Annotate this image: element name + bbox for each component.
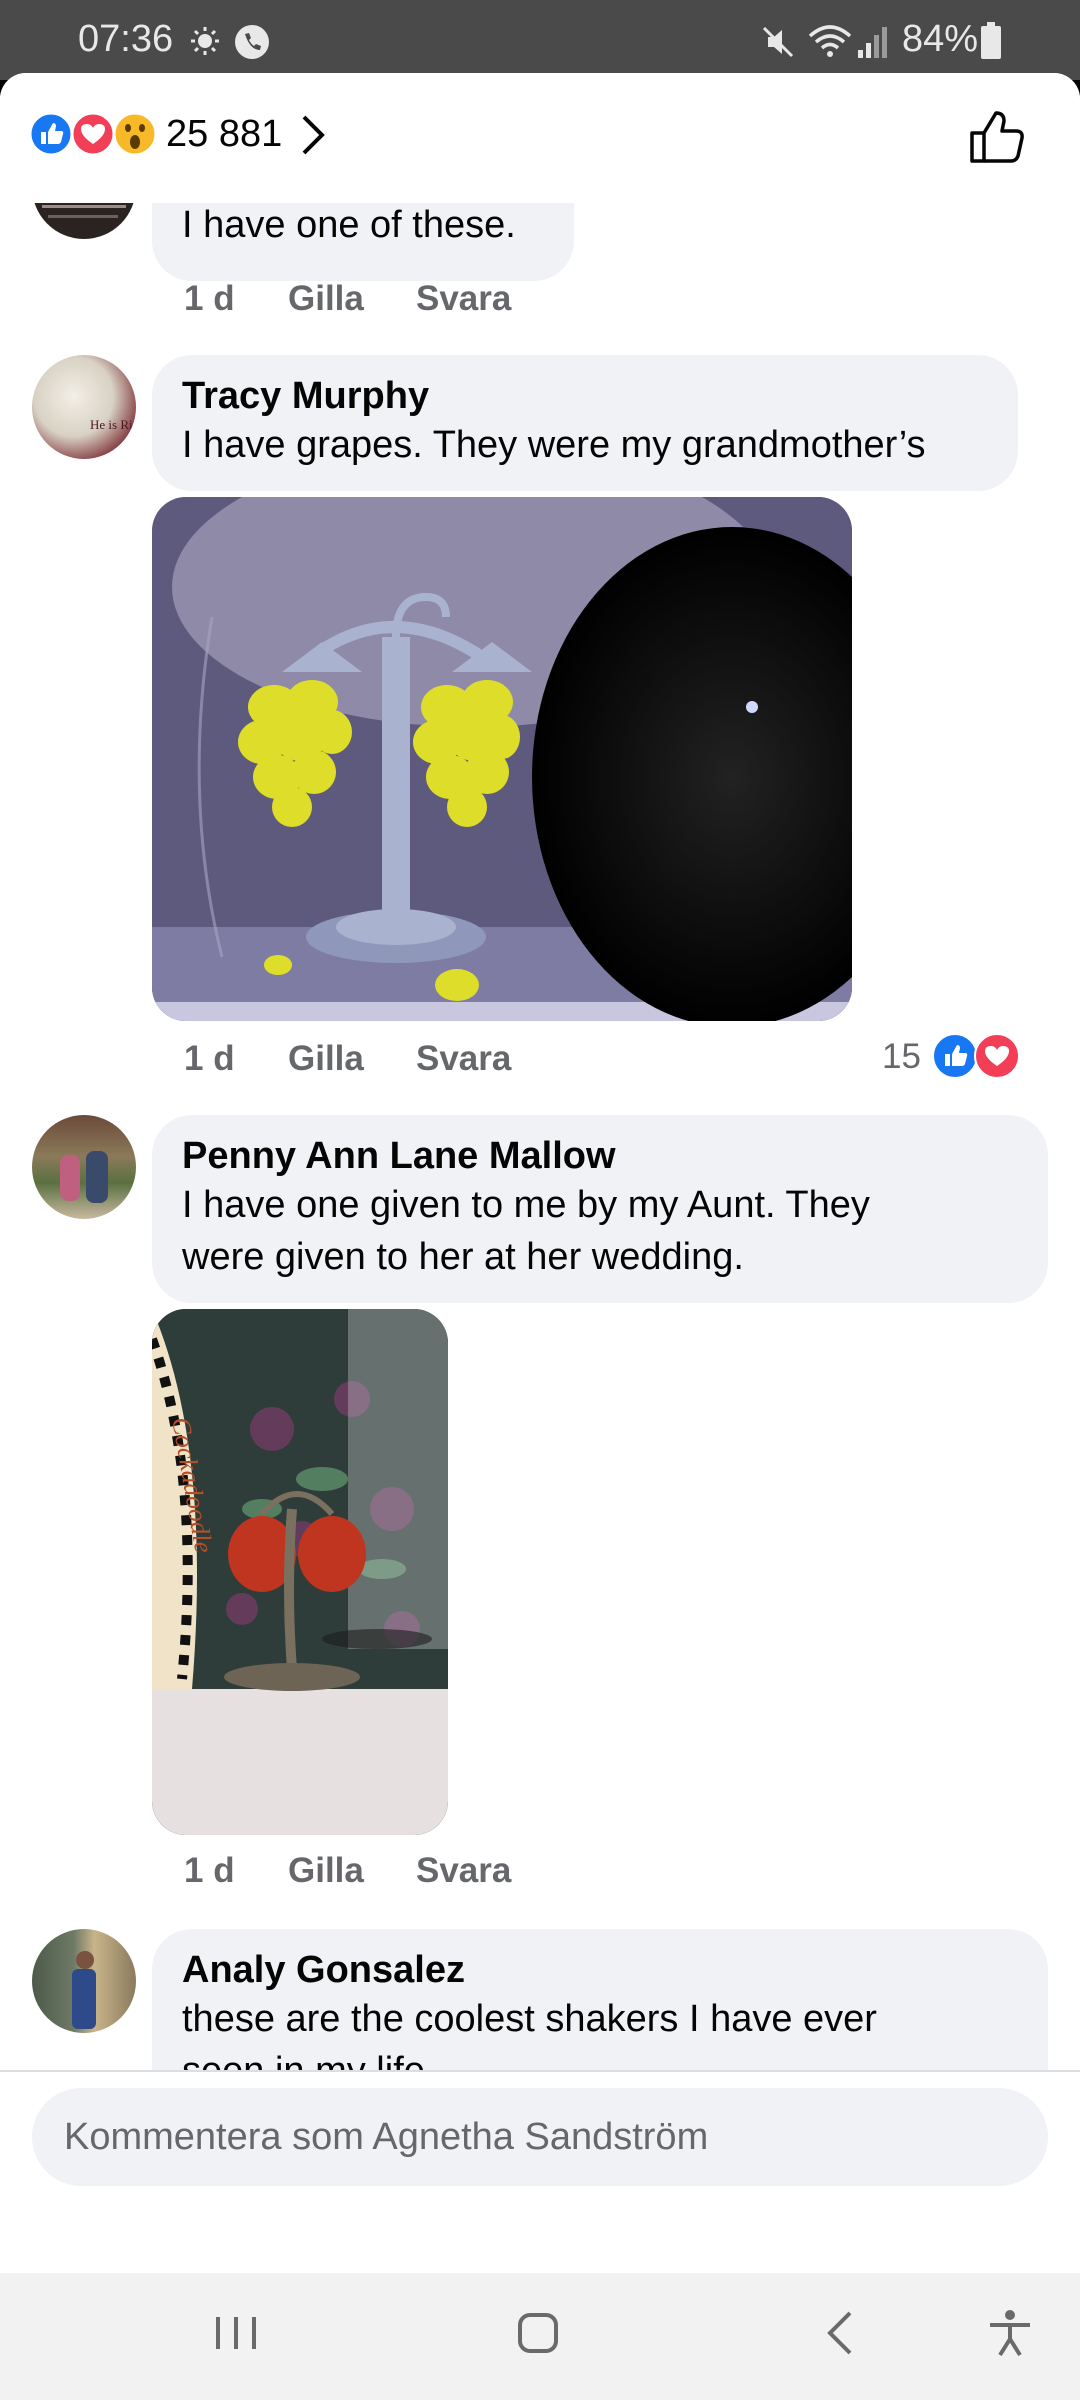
- comment-bubble: Penny Ann Lane Mallow I have one given t…: [152, 1115, 1048, 1303]
- sun-icon: [191, 27, 219, 55]
- comment-composer: Kommentera som Agnetha Sandström: [0, 2070, 1080, 2273]
- wow-reaction-icon: [112, 111, 158, 157]
- like-link[interactable]: Gilla: [288, 1039, 364, 1079]
- signal-icon: [858, 27, 887, 58]
- comment-text: I have one of these.: [182, 204, 516, 246]
- reaction-count[interactable]: 25 881: [166, 113, 282, 156]
- comment-text: I have grapes. They were my grandmother’…: [182, 424, 926, 466]
- love-reaction-icon: [974, 1033, 1020, 1079]
- like-link[interactable]: Gilla: [288, 279, 364, 319]
- accessibility-icon[interactable]: [980, 2303, 1040, 2363]
- comment-text-line: I have one given to me by my Aunt. They: [182, 1184, 870, 1226]
- love-reaction-icon: [70, 111, 116, 157]
- back-icon[interactable]: [812, 2303, 872, 2363]
- avatar[interactable]: [32, 1929, 136, 2033]
- reactions-header: 25 881: [0, 73, 1080, 203]
- comment-input[interactable]: Kommentera som Agnetha Sandström: [32, 2088, 1048, 2186]
- mute-icon: [762, 26, 794, 58]
- system-nav-bar: [0, 2273, 1080, 2400]
- reaction-count: 15: [882, 1037, 921, 1076]
- comment-time: 1 d: [184, 279, 235, 318]
- comment-photo[interactable]: [152, 497, 852, 1021]
- like-reaction-icon: [932, 1033, 978, 1079]
- comment-list[interactable]: I have one of these. 1 d Gilla Svara He …: [0, 73, 1080, 2143]
- comment-author[interactable]: Analy Gonsalez: [182, 1947, 1018, 1993]
- strawberry-shakers-picture: Cockadoodle: [152, 1309, 448, 1835]
- salt-pepper-grapes-picture: [152, 497, 852, 1021]
- home-icon[interactable]: [508, 2303, 568, 2363]
- comment-author[interactable]: Tracy Murphy: [182, 373, 988, 419]
- comment-photo[interactable]: Cockadoodle: [152, 1309, 448, 1835]
- reply-link[interactable]: Svara: [416, 1851, 511, 1891]
- status-time: 07:36: [78, 18, 174, 60]
- battery-icon: [981, 22, 1001, 59]
- like-outline-icon[interactable]: [968, 107, 1026, 165]
- phone-call-icon: [235, 25, 269, 59]
- status-bar: 07:36 84%: [0, 0, 1080, 80]
- comment-time: 1 d: [184, 1039, 235, 1078]
- like-reaction-icon: [28, 111, 74, 157]
- reply-link[interactable]: Svara: [416, 1039, 511, 1079]
- comment-author[interactable]: Penny Ann Lane Mallow: [182, 1133, 1018, 1179]
- avatar[interactable]: He is Ri: [32, 355, 136, 459]
- recent-apps-icon[interactable]: [206, 2303, 266, 2363]
- chevron-right-icon[interactable]: [298, 113, 328, 157]
- avatar-caption: He is Ri: [90, 417, 133, 432]
- comment-text-line: were given to her at her wedding.: [182, 1236, 744, 1278]
- comment-bubble: I have one of these.: [152, 191, 574, 281]
- reaction-icons[interactable]: [28, 111, 160, 157]
- comment-text-line: these are the coolest shakers I have eve…: [182, 1998, 877, 2040]
- like-link[interactable]: Gilla: [288, 1851, 364, 1891]
- wifi-icon: [808, 25, 852, 57]
- battery-percent: 84%: [902, 18, 979, 60]
- avatar[interactable]: [32, 1115, 136, 1219]
- reply-link[interactable]: Svara: [416, 279, 511, 319]
- comment-reaction-summary[interactable]: 15: [882, 1037, 921, 1077]
- comments-sheet: I have one of these. 1 d Gilla Svara He …: [0, 73, 1080, 2273]
- comment-bubble: Tracy Murphy I have grapes. They were my…: [152, 355, 1018, 491]
- comment-time: 1 d: [184, 1851, 235, 1890]
